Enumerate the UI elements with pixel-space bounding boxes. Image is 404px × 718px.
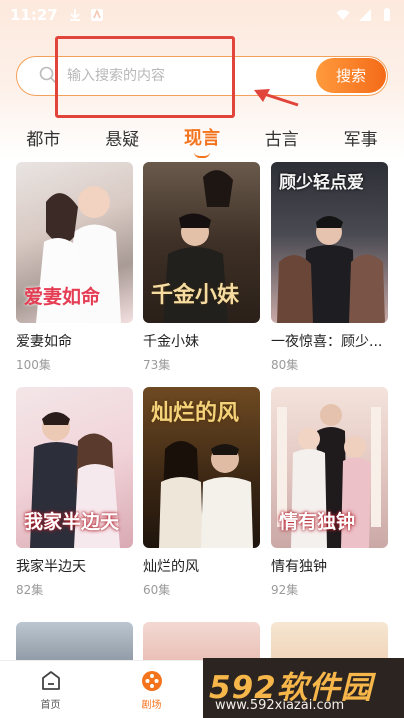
cover-title: 我家半边天 [24, 511, 120, 533]
cover-title: 千金小妹 [151, 282, 240, 308]
nav-label: 剧场 [141, 700, 162, 711]
category-tabs: 都市 悬疑 现言 古言 军事 [0, 120, 404, 158]
watermark: 592软件园 www.592xiazai.com [203, 658, 404, 718]
status-time: 11:27 [10, 6, 58, 24]
drama-card[interactable]: 我家半边天 我家半边天 82集 [16, 387, 133, 598]
drama-episodes: 100集 [16, 358, 51, 372]
cover-title: 灿烂的风 [151, 400, 240, 426]
status-bar: 11:27 [0, 0, 404, 30]
drama-episodes: 73集 [143, 358, 171, 372]
arrow-annotation-icon [254, 89, 299, 107]
drama-episodes: 82集 [16, 583, 44, 597]
app-notification-icon [90, 8, 103, 21]
drama-title: 我家半边天 [16, 559, 86, 575]
drama-card[interactable]: 情有独钟 情有独钟 92集 [271, 387, 388, 598]
signal-icon [359, 9, 371, 21]
cover-title: 爱妻如命 [24, 286, 101, 308]
drama-cover: 灿烂的风 [143, 387, 260, 548]
drama-episodes: 80集 [271, 358, 299, 372]
nav-label: 首页 [40, 700, 61, 711]
drama-title: 情有独钟 [271, 559, 327, 575]
watermark-url: www.592xiazai.com [215, 698, 345, 713]
drama-cover: 千金小妹 [143, 162, 260, 323]
drama-cover: 情有独钟 [271, 387, 388, 548]
wifi-icon [336, 9, 350, 20]
drama-card[interactable]: 灿烂的风 灿烂的风 60集 [143, 387, 260, 598]
search-button[interactable]: 搜索 [316, 58, 386, 93]
tab-xianyan[interactable]: 现言 [178, 120, 226, 158]
drama-card[interactable]: 顾少轻点爱 一夜惊喜：顾少... 80集 [271, 162, 388, 373]
drama-card[interactable]: 千金小妹 千金小妹 73集 [143, 162, 260, 373]
highlight-box-annotation [55, 36, 235, 118]
download-icon [69, 9, 80, 21]
tab-guyan[interactable]: 古言 [259, 121, 305, 154]
drama-cover: 顾少轻点爱 [271, 162, 388, 323]
drama-episodes: 92集 [271, 583, 299, 597]
drama-episodes: 60集 [143, 583, 171, 597]
drama-title: 灿烂的风 [143, 559, 199, 575]
drama-title: 一夜惊喜：顾少... [271, 334, 383, 350]
drama-cover-partial[interactable] [271, 622, 388, 662]
tab-xuanyi[interactable]: 悬疑 [99, 121, 145, 154]
cover-title: 情有独钟 [279, 511, 356, 533]
battery-icon [384, 8, 390, 21]
drama-card[interactable]: 爱妻如命 爱妻如命 100集 [16, 162, 133, 373]
drama-cover: 我家半边天 [16, 387, 133, 548]
nav-item-theater[interactable]: 剧场 [101, 661, 202, 718]
tab-junshi[interactable]: 军事 [338, 121, 384, 154]
drama-cover-partial[interactable] [143, 622, 260, 662]
home-icon [41, 671, 60, 690]
drama-title: 爱妻如命 [16, 334, 72, 350]
drama-cover-partial[interactable] [16, 622, 133, 662]
tab-dushi[interactable]: 都市 [20, 121, 66, 154]
drama-title: 千金小妹 [143, 334, 199, 350]
theater-icon [141, 671, 162, 691]
active-tab-indicator [193, 152, 210, 158]
cover-title: 顾少轻点爱 [279, 173, 364, 193]
drama-cover: 爱妻如命 [16, 162, 133, 323]
nav-item-home[interactable]: 首页 [0, 661, 101, 718]
